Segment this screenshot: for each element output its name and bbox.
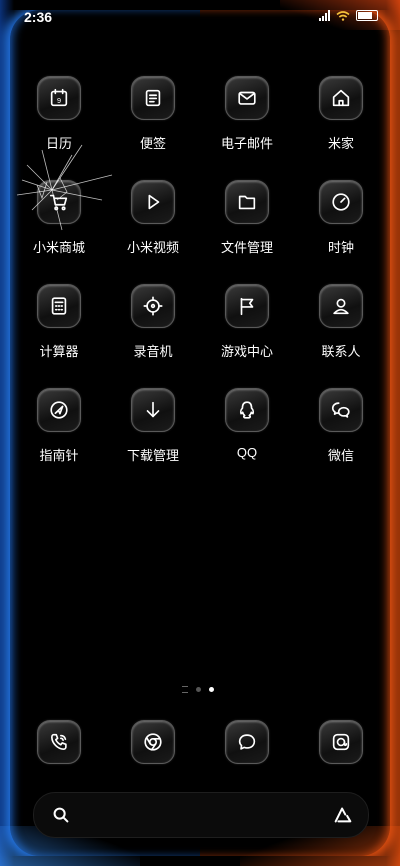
app-label: 游戏中心 bbox=[220, 344, 273, 359]
app-label: 指南针 bbox=[39, 448, 79, 463]
app-label: 小米商城 bbox=[32, 240, 85, 255]
app-label: 日历 bbox=[45, 136, 72, 151]
app-label: 时钟 bbox=[327, 240, 354, 255]
page-indicator[interactable] bbox=[182, 686, 214, 693]
app-qq[interactable]: QQ bbox=[202, 388, 292, 460]
camera-icon bbox=[319, 720, 363, 764]
app-calendar[interactable]: 9 日历 bbox=[14, 76, 104, 152]
page-indicator-minus-one bbox=[182, 686, 188, 693]
app-label: 计算器 bbox=[39, 344, 79, 359]
app-download-manager[interactable]: 下载管理 bbox=[108, 388, 198, 464]
search-bar[interactable] bbox=[33, 792, 369, 838]
app-label: 下载管理 bbox=[126, 448, 179, 463]
wechat-icon bbox=[319, 388, 363, 432]
status-bar: 2:36 bbox=[0, 0, 400, 30]
page-dot-active bbox=[209, 687, 214, 692]
calendar-day: 9 bbox=[57, 96, 61, 105]
app-label: QQ bbox=[236, 445, 258, 460]
cart-icon bbox=[37, 180, 81, 224]
app-recorder[interactable]: 录音机 bbox=[108, 284, 198, 360]
calendar-icon: 9 bbox=[37, 76, 81, 120]
flag-icon bbox=[225, 284, 269, 328]
download-icon bbox=[131, 388, 175, 432]
app-mi-store[interactable]: 小米商城 bbox=[14, 180, 104, 256]
app-file-manager[interactable]: 文件管理 bbox=[202, 180, 292, 256]
notes-icon bbox=[131, 76, 175, 120]
battery-icon bbox=[356, 10, 378, 21]
clock-icon bbox=[319, 180, 363, 224]
compass-icon bbox=[37, 388, 81, 432]
mail-icon bbox=[225, 76, 269, 120]
qq-icon bbox=[225, 388, 269, 432]
app-label: 文件管理 bbox=[220, 240, 273, 255]
search-icon[interactable] bbox=[50, 804, 72, 826]
play-icon bbox=[131, 180, 175, 224]
folder-icon bbox=[225, 180, 269, 224]
app-compass[interactable]: 指南针 bbox=[14, 388, 104, 464]
app-notes[interactable]: 便签 bbox=[108, 76, 198, 152]
app-mail[interactable]: 电子邮件 bbox=[202, 76, 292, 152]
app-clock[interactable]: 时钟 bbox=[296, 180, 386, 256]
app-label: 联系人 bbox=[321, 344, 361, 359]
home-icon bbox=[319, 76, 363, 120]
left-glow-edge bbox=[0, 0, 14, 866]
recorder-icon bbox=[131, 284, 175, 328]
app-label: 微信 bbox=[327, 448, 354, 463]
app-mijia[interactable]: 米家 bbox=[296, 76, 386, 152]
app-mi-video[interactable]: 小米视频 bbox=[108, 180, 198, 256]
status-icons bbox=[319, 10, 378, 21]
app-label: 录音机 bbox=[133, 344, 173, 359]
app-label: 电子邮件 bbox=[220, 136, 273, 151]
app-contacts[interactable]: 联系人 bbox=[296, 284, 386, 360]
dock-phone[interactable] bbox=[14, 720, 104, 764]
assistant-icon[interactable] bbox=[332, 804, 354, 826]
signal-icon bbox=[319, 10, 330, 21]
dock-browser[interactable] bbox=[108, 720, 198, 764]
page-dot bbox=[196, 687, 201, 692]
dock-camera[interactable] bbox=[296, 720, 386, 764]
app-game-center[interactable]: 游戏中心 bbox=[202, 284, 292, 360]
phone-icon bbox=[37, 720, 81, 764]
calculator-icon bbox=[37, 284, 81, 328]
dock-messages[interactable] bbox=[202, 720, 292, 764]
app-label: 小米视频 bbox=[126, 240, 179, 255]
app-label: 便签 bbox=[139, 136, 166, 151]
contact-icon bbox=[319, 284, 363, 328]
wifi-icon bbox=[336, 10, 350, 21]
browser-icon bbox=[131, 720, 175, 764]
app-wechat[interactable]: 微信 bbox=[296, 388, 386, 464]
app-calculator[interactable]: 计算器 bbox=[14, 284, 104, 360]
right-glow-edge bbox=[386, 0, 400, 866]
status-time: 2:36 bbox=[24, 9, 53, 25]
message-icon bbox=[225, 720, 269, 764]
app-label: 米家 bbox=[327, 136, 354, 151]
